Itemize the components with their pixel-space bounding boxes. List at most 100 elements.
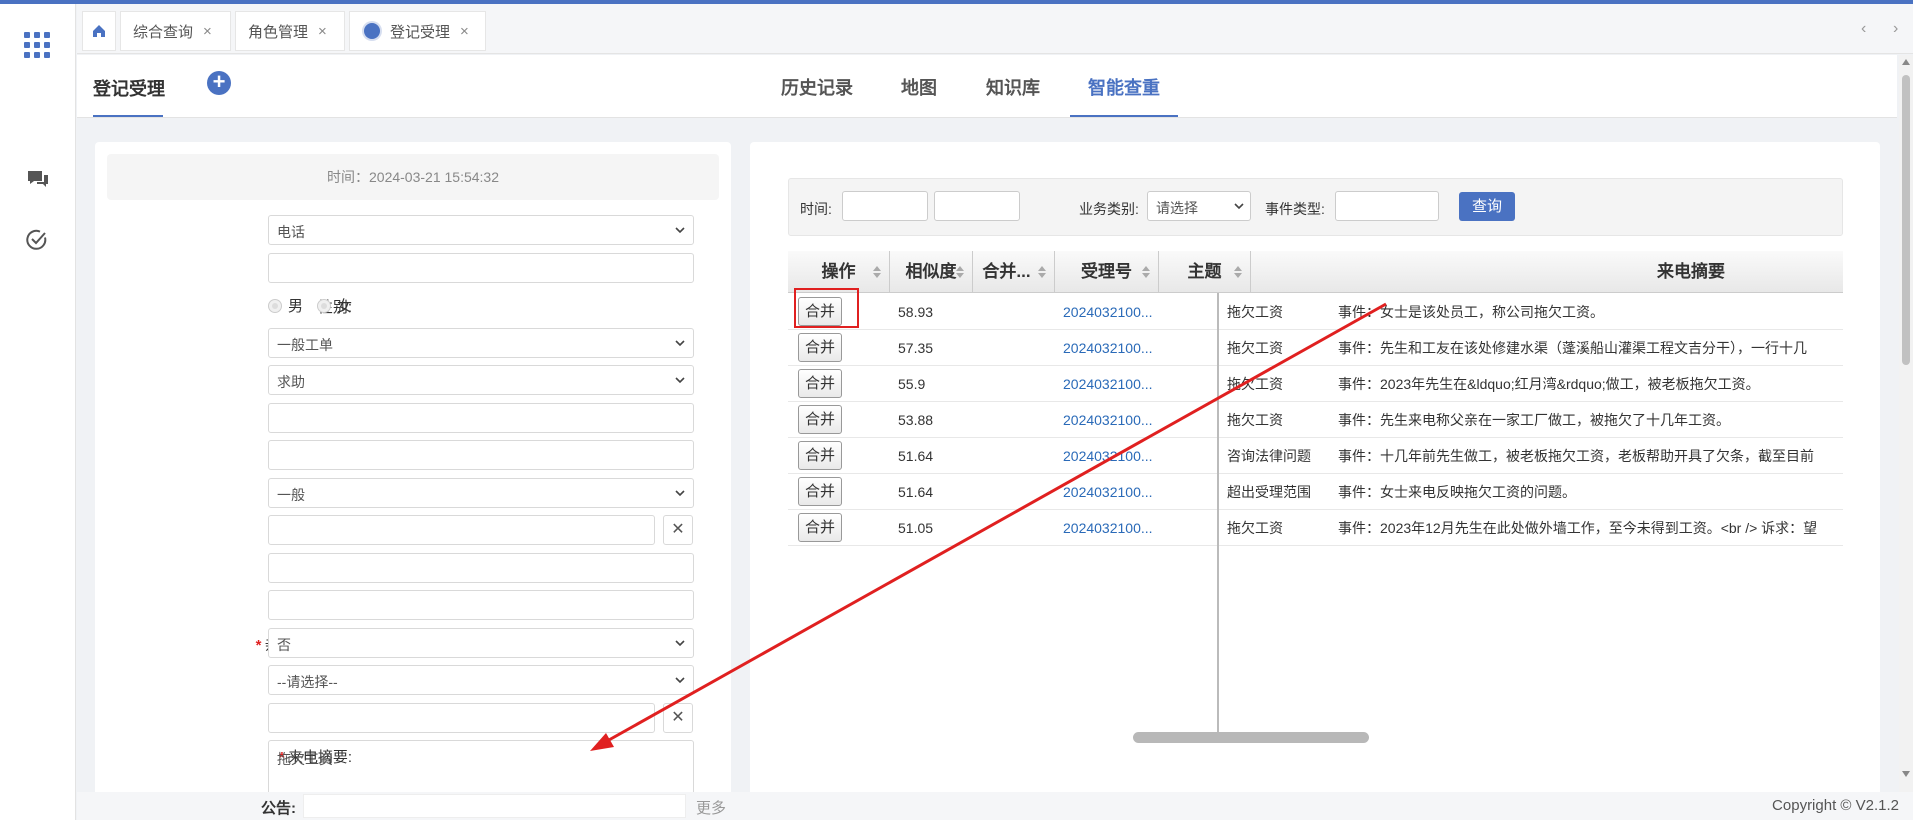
scroll-up-icon[interactable] xyxy=(1902,59,1910,65)
select-field[interactable]: 一般工单 xyxy=(268,327,694,358)
radio-label: 男 xyxy=(288,298,304,315)
biz-category-select[interactable]: 请选择 xyxy=(1147,191,1251,221)
filter-biz-label: 业务类别: xyxy=(1079,201,1139,217)
subject-cell: 拖欠工资 xyxy=(1227,412,1283,428)
check-circle-icon[interactable] xyxy=(26,229,48,251)
query-button[interactable]: 查询 xyxy=(1459,192,1515,221)
sort-icon xyxy=(956,266,964,278)
merge-button[interactable]: 合并 xyxy=(798,369,842,398)
time-end-input[interactable] xyxy=(934,191,1020,221)
number-link[interactable]: 2024032100... xyxy=(1063,438,1161,474)
similarity-cell: 57.35 xyxy=(898,340,934,356)
tab-prev-button[interactable]: ‹ xyxy=(1861,20,1866,38)
number-link[interactable]: 2024032100... xyxy=(1063,474,1161,510)
header-subject[interactable]: 主题 xyxy=(1159,251,1251,293)
tab-registration[interactable]: 登记受理 × xyxy=(349,11,486,51)
time-start-input[interactable] xyxy=(842,191,928,221)
tab-next-button[interactable]: › xyxy=(1893,20,1898,38)
required-mark: * xyxy=(255,636,262,654)
form-row: *责任单位:✕ xyxy=(95,702,731,733)
scroll-down-icon[interactable] xyxy=(1902,771,1910,777)
merge-button[interactable]: 合并 xyxy=(798,513,842,542)
frozen-column-divider xyxy=(1217,293,1219,736)
select-field[interactable]: 否 xyxy=(268,627,694,658)
footer: 公告: 更多 Copyright © V2.1.2 xyxy=(77,792,1913,820)
text-field[interactable] xyxy=(268,252,694,283)
picker-field[interactable] xyxy=(268,702,655,733)
close-icon[interactable]: × xyxy=(318,23,327,40)
text-field[interactable] xyxy=(268,590,694,620)
select-field[interactable]: 求助 xyxy=(268,365,694,395)
number-link[interactable]: 2024032100... xyxy=(1063,402,1161,438)
table-row: 合并 57.35 2024032100... 拖欠工资 事件：先生和工友在该处修建水渠（… xyxy=(788,330,1843,366)
select-field[interactable]: --请选择-- xyxy=(268,665,694,695)
close-icon[interactable]: × xyxy=(203,23,212,40)
subject-cell: 拖欠工资 xyxy=(1227,520,1283,536)
nav-smart-dedup[interactable]: 智能查重 xyxy=(1088,74,1160,100)
number-link[interactable]: 2024032100... xyxy=(1063,294,1161,330)
table-header: 操作 相似度 合并... 受理号 主题 来电摘要 xyxy=(788,251,1843,293)
summary-cell: 事件：十几年前先生做工，被老板拖欠工资，老板帮助开具了欠条，截至目前 xyxy=(1338,448,1814,464)
summary-cell: 事件：先生和工友在该处修建水渠（蓬溪船山灌渠工程文吉分干），一行十几 xyxy=(1338,340,1807,356)
header-number[interactable]: 受理号 xyxy=(1055,251,1159,293)
event-type-input[interactable] xyxy=(1335,191,1439,221)
gender-radio-group: 男女 xyxy=(268,295,352,316)
header-summary[interactable]: 来电摘要 xyxy=(1251,251,1843,293)
horizontal-scrollbar-thumb[interactable] xyxy=(1133,732,1369,743)
select-field[interactable]: 一般 xyxy=(268,477,694,508)
subject-cell: 咨询法律问题 xyxy=(1227,448,1311,464)
text-field[interactable] xyxy=(268,440,694,470)
table-row: 合并 51.64 2024032100... 咨询法律问题 事件：十几年前先生做工，被老… xyxy=(788,438,1843,474)
merged-cell xyxy=(981,330,1051,366)
tab-role-management[interactable]: 角色管理 × xyxy=(235,11,345,51)
home-icon xyxy=(93,25,105,37)
clear-button[interactable]: ✕ xyxy=(663,515,693,545)
tab-home[interactable] xyxy=(82,11,116,51)
text-field[interactable] xyxy=(268,552,694,583)
tab-label: 综合查询 xyxy=(133,23,194,41)
table-row: 合并 55.9 2024032100... 拖欠工资 事件：2023年先生在&ldquo… xyxy=(788,366,1843,402)
summary-cell: 事件：先生来电称父亲在一家工厂做工，被拖欠了十几年工资。 xyxy=(1338,412,1730,428)
select-field[interactable]: 电话 xyxy=(268,215,694,245)
header-action[interactable]: 操作 xyxy=(788,251,890,293)
number-link[interactable]: 2024032100... xyxy=(1063,330,1161,366)
number-link[interactable]: 2024032100... xyxy=(1063,510,1161,546)
nav-map[interactable]: 地图 xyxy=(901,74,937,100)
radio-button[interactable] xyxy=(268,298,282,313)
form-row: 工单分类:一般工单 xyxy=(95,327,731,358)
clear-button[interactable]: ✕ xyxy=(663,702,693,733)
merge-button[interactable]: 合并 xyxy=(798,477,842,506)
merged-cell xyxy=(981,402,1051,438)
number-link[interactable]: 2024032100... xyxy=(1063,366,1161,402)
summary-cell: 事件：2023年12月先生在此处做外墙工作，至今未得到工资。<br /> 诉求：… xyxy=(1338,520,1818,536)
merge-button[interactable]: 合并 xyxy=(798,333,842,362)
select-value: --请选择-- xyxy=(277,674,338,690)
header-merged[interactable]: 合并... xyxy=(973,251,1055,293)
picker-field[interactable] xyxy=(268,515,655,545)
summary-textarea[interactable]: 拖欠工资 xyxy=(268,740,694,800)
header-similarity[interactable]: 相似度 xyxy=(890,251,973,293)
scrollbar-thumb[interactable] xyxy=(1902,75,1910,365)
merge-button[interactable]: 合并 xyxy=(798,405,842,434)
chat-icon[interactable] xyxy=(27,170,49,188)
form-row: * 来电摘要: 拖欠工资 xyxy=(95,740,731,800)
select-value: 求助 xyxy=(277,374,305,390)
tab-label: 角色管理 xyxy=(248,23,309,41)
add-button[interactable]: + xyxy=(207,71,231,95)
apps-grid-icon[interactable] xyxy=(24,32,50,58)
similar-records-table: 操作 相似度 合并... 受理号 主题 来电摘要 合并 58.93 20240321… xyxy=(788,251,1843,736)
nav-history[interactable]: 历史记录 xyxy=(781,74,853,100)
close-icon[interactable]: × xyxy=(460,23,469,40)
more-link[interactable]: 更多 xyxy=(696,797,726,818)
radio-button[interactable] xyxy=(317,298,332,313)
merge-button[interactable]: 合并 xyxy=(798,441,842,470)
form-row: 诉求渠道:电话 xyxy=(95,215,731,245)
tab-general-query[interactable]: 综合查询 × xyxy=(120,11,231,51)
nav-knowledge-base[interactable]: 知识库 xyxy=(986,74,1040,100)
text-field[interactable] xyxy=(268,402,694,433)
form-row: *问题属地: xyxy=(95,552,731,583)
form-row: 地址: xyxy=(95,440,731,470)
sort-icon xyxy=(1142,266,1150,278)
page-scrollbar[interactable] xyxy=(1899,55,1913,795)
chevron-down-icon xyxy=(675,639,685,646)
